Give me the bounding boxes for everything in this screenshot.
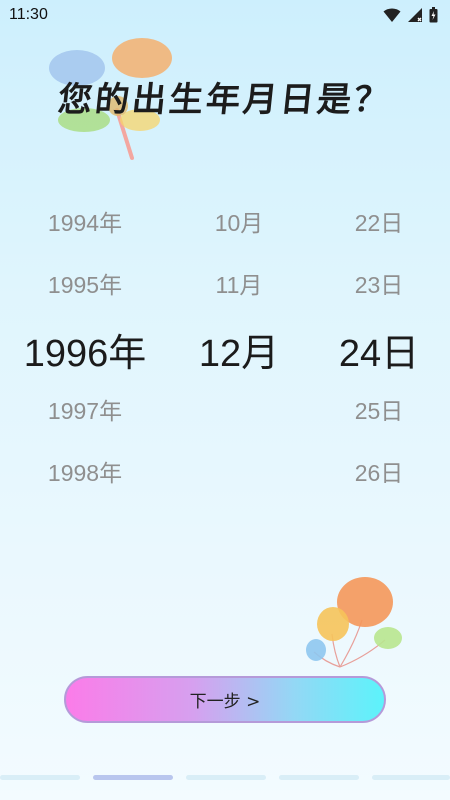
- page-indicator-segment: [0, 775, 80, 780]
- status-time: 11:30: [9, 6, 48, 23]
- year-option[interactable]: 1995年: [10, 266, 160, 300]
- month-wheel[interactable]: 10月 11月 12月: [164, 190, 314, 500]
- battery-icon: [429, 7, 438, 23]
- day-option[interactable]: 26日: [304, 454, 450, 488]
- day-option-selected[interactable]: 24日: [304, 322, 450, 377]
- month-option-selected[interactable]: 12月: [164, 322, 314, 377]
- month-option[interactable]: 10月: [164, 204, 314, 238]
- day-wheel[interactable]: 22日 23日 24日 25日 26日: [304, 190, 450, 500]
- page-indicator: [0, 775, 450, 781]
- next-step-button[interactable]: 下一步 >: [64, 676, 386, 723]
- page-indicator-segment: [372, 775, 450, 780]
- month-option[interactable]: 11月: [164, 266, 314, 300]
- year-option[interactable]: 1994年: [10, 204, 160, 238]
- year-wheel[interactable]: 1994年 1995年 1996年 1997年 1998年: [10, 190, 160, 500]
- balloons-illustration: [306, 577, 402, 668]
- day-option[interactable]: 22日: [304, 204, 450, 238]
- wifi-icon: [383, 8, 401, 22]
- year-option[interactable]: 1998年: [10, 454, 160, 488]
- day-option[interactable]: 25日: [304, 392, 450, 426]
- year-option-selected[interactable]: 1996年: [10, 322, 160, 377]
- day-option[interactable]: 23日: [304, 266, 450, 300]
- page-title: 您的出生年月日是？: [56, 80, 394, 120]
- page-indicator-segment: [186, 775, 266, 780]
- status-icons: [383, 7, 438, 23]
- signal-icon: [408, 8, 422, 22]
- page-indicator-segment-active: [93, 775, 173, 780]
- page-indicator-segment: [279, 775, 359, 780]
- year-option[interactable]: 1997年: [10, 392, 160, 426]
- date-picker: 1994年 1995年 1996年 1997年 1998年 10月 11月 12…: [0, 190, 450, 500]
